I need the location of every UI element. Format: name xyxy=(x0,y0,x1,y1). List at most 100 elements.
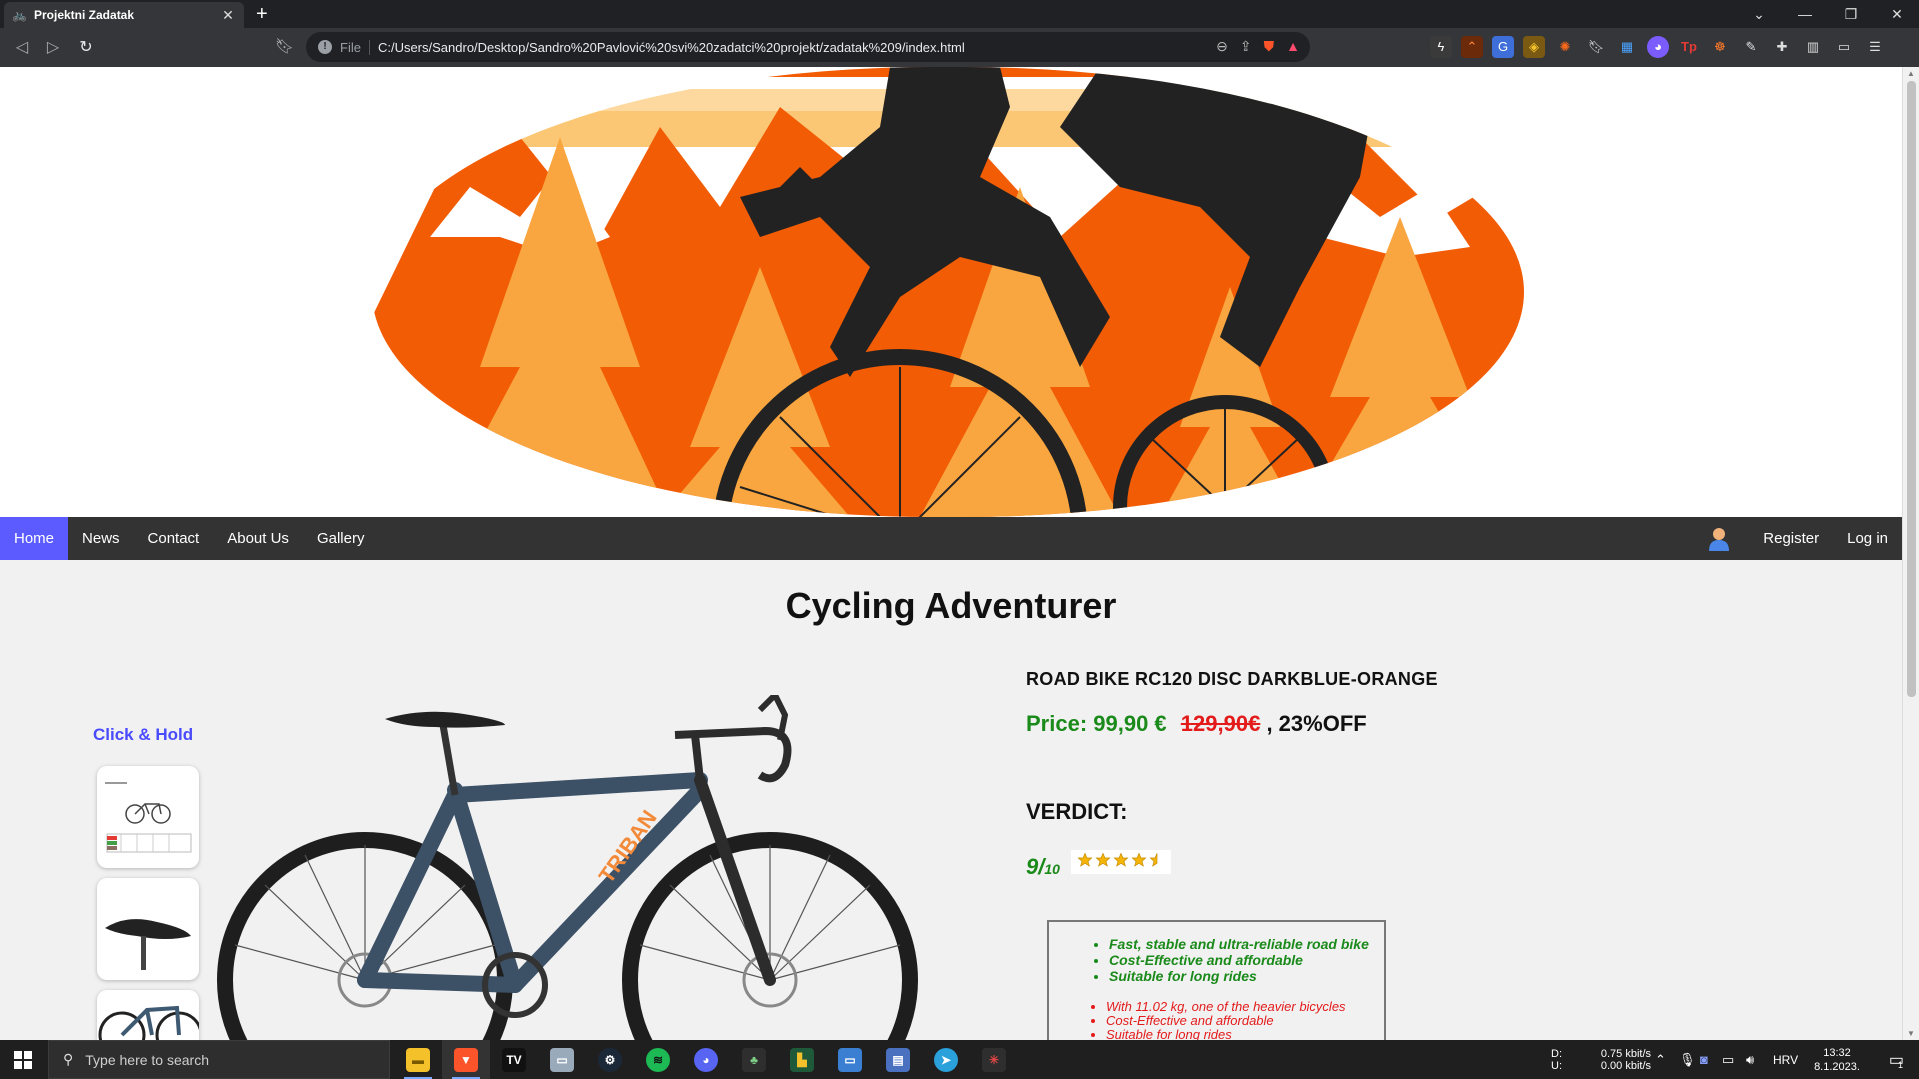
pros-list: Fast, stable and ultra-reliable road bik… xyxy=(1109,936,1372,984)
cons-list: With 11.02 kg, one of the heavier bicycl… xyxy=(1106,1000,1372,1041)
notification-icon[interactable]: ▭ 1 xyxy=(1876,1040,1916,1079)
microphone-icon[interactable]: 🎙︎ xyxy=(1679,1040,1696,1079)
user-icon[interactable] xyxy=(1709,527,1730,551)
app-icon[interactable]: ✳ xyxy=(970,1040,1018,1079)
pros-cons-box: Fast, stable and ultra-reliable road bik… xyxy=(1047,920,1386,1040)
discount-label: , 23%OFF xyxy=(1266,711,1367,736)
extensions-bar: ϟ ⌃ G ◈ ✺ 🔖︎ ▦ ◕ Tp ☸ ✎ ✚ ▥ ▭ ☰ xyxy=(1430,36,1886,58)
current-price: Price: 99,90 € xyxy=(1026,711,1167,736)
nav-item-gallery[interactable]: Gallery xyxy=(303,517,379,560)
app-icon[interactable]: ▙ xyxy=(778,1040,826,1079)
list-item: Cost-Effective and affordable xyxy=(1106,1014,1372,1028)
old-price: 129,90€ xyxy=(1180,711,1261,736)
brave-shield-icon[interactable]: ⛊ xyxy=(1264,38,1275,55)
app-icon[interactable]: ▭ xyxy=(538,1040,586,1079)
extension-icon[interactable]: ◈ xyxy=(1523,36,1545,58)
forward-arrow-icon[interactable]: ▷ xyxy=(41,36,65,60)
file-explorer-icon[interactable]: ▬ xyxy=(394,1040,442,1079)
extension-icon[interactable]: ◕ xyxy=(1647,36,1669,58)
page-scrollbar[interactable]: ▲ ▼ xyxy=(1902,67,1919,1040)
nav-item-contact[interactable]: Contact xyxy=(134,517,214,560)
sidebar-icon[interactable]: ▥ xyxy=(1802,36,1824,58)
discord-icon[interactable]: ◕ xyxy=(682,1040,730,1079)
thumbnail-saddle[interactable] xyxy=(97,878,199,980)
extension-icon[interactable]: Tp xyxy=(1678,36,1700,58)
extension-icon[interactable]: ⌃ xyxy=(1461,36,1483,58)
wallet-icon[interactable]: ▭ xyxy=(1833,36,1855,58)
spotify-icon[interactable]: ≋ xyxy=(634,1040,682,1079)
network-icon[interactable]: ▭ xyxy=(1722,1040,1734,1079)
product-main-image[interactable]: TRIBAN xyxy=(205,689,925,1040)
translate-icon[interactable]: G xyxy=(1492,36,1514,58)
file-scheme-label: File xyxy=(340,39,370,55)
extension-icon[interactable]: ✎ xyxy=(1740,36,1762,58)
volume-icon[interactable]: 🔊︎ xyxy=(1746,1040,1754,1079)
info-icon[interactable]: ! xyxy=(318,40,332,54)
hero-banner-image xyxy=(0,67,1902,517)
extension-icon[interactable]: ϟ xyxy=(1430,36,1452,58)
restore-button[interactable]: ❐ xyxy=(1828,0,1874,28)
scroll-up-arrow-icon[interactable]: ▲ xyxy=(1907,69,1915,78)
tray-chevron-icon[interactable]: ⌃ xyxy=(1655,1040,1666,1079)
brave-rewards-icon[interactable]: ▲ xyxy=(1286,38,1300,55)
brave-browser-icon[interactable]: ▼ xyxy=(442,1040,490,1079)
extension-icon[interactable]: ▦ xyxy=(1616,36,1638,58)
list-item: Suitable for long rides xyxy=(1109,968,1372,984)
app-icon[interactable]: ▤ xyxy=(874,1040,922,1079)
app-icon[interactable]: ♣ xyxy=(730,1040,778,1079)
browser-tab-strip: 🚲 Projektni Zadatak ✕ + ⌄ — ❐ ✕ xyxy=(0,0,1919,28)
register-link[interactable]: Register xyxy=(1749,517,1833,560)
search-icon: ⚲ xyxy=(63,1051,74,1067)
clock[interactable]: 13:32 8.1.2023. xyxy=(1807,1040,1867,1079)
tab-close-icon[interactable]: ✕ xyxy=(220,7,236,24)
thumbnail-bike-side[interactable] xyxy=(97,990,199,1040)
taskbar-search-box[interactable]: ⚲ Type here to search xyxy=(48,1040,390,1079)
thumbnail-spec-sheet[interactable] xyxy=(97,766,199,868)
scrollbar-thumb[interactable] xyxy=(1907,81,1916,697)
ticktick-icon[interactable]: TV xyxy=(490,1040,538,1079)
tab-search-chevron-icon[interactable]: ⌄ xyxy=(1736,0,1782,28)
login-link[interactable]: Log in xyxy=(1833,517,1902,560)
steam-icon[interactable]: ⚙ xyxy=(586,1040,634,1079)
reload-icon[interactable]: ↻ xyxy=(74,36,98,60)
new-tab-button[interactable]: + xyxy=(256,3,268,25)
star-icon xyxy=(1095,852,1111,867)
product-name: ROAD BIKE RC120 DISC DARKBLUE-ORANGE xyxy=(1026,669,1438,689)
list-item: Cost-Effective and affordable xyxy=(1109,952,1372,968)
star-icon xyxy=(1077,852,1093,867)
back-arrow-icon[interactable]: ◁ xyxy=(10,36,34,60)
url-text[interactable]: C:/Users/Sandro/Desktop/Sandro%20Pavlovi… xyxy=(378,40,965,55)
rating-stars xyxy=(1071,850,1171,874)
list-item: With 11.02 kg, one of the heavier bicycl… xyxy=(1106,1000,1372,1014)
page-title: Cycling Adventurer xyxy=(785,585,1117,626)
extension-icon[interactable]: ☸ xyxy=(1709,36,1731,58)
bookmark-extension-icon[interactable]: 🔖︎ xyxy=(1585,36,1607,58)
zoom-icon[interactable]: ⊖ xyxy=(1216,38,1228,55)
network-speed: 0.75 kbit/s 0.00 kbit/s xyxy=(1600,1047,1651,1072)
browser-toolbar: ◁ ▷ ↻ 🔖︎ ! File C:/Users/Sandro/Desktop/… xyxy=(0,28,1919,67)
net-drives-label: D: U: xyxy=(1551,1047,1562,1072)
tab-title: Projektni Zadatak xyxy=(34,8,135,22)
bike-favicon-icon: 🚲 xyxy=(12,8,27,22)
bookmark-icon[interactable]: 🔖︎ xyxy=(275,37,294,55)
nav-item-about-us[interactable]: About Us xyxy=(213,517,303,560)
share-icon[interactable]: ⇪ xyxy=(1240,38,1252,55)
star-icon xyxy=(1113,852,1129,867)
windows-start-icon[interactable] xyxy=(0,1040,46,1079)
minimize-button[interactable]: — xyxy=(1782,0,1828,28)
address-bar[interactable]: ! File C:/Users/Sandro/Desktop/Sandro%20… xyxy=(306,32,1310,62)
nav-item-news[interactable]: News xyxy=(68,517,134,560)
discord-tray-icon[interactable]: ◙ xyxy=(1700,1040,1708,1079)
scroll-down-arrow-icon[interactable]: ▼ xyxy=(1907,1029,1915,1038)
browser-tab[interactable]: 🚲 Projektni Zadatak ✕ xyxy=(4,2,244,28)
language-indicator[interactable]: HRV xyxy=(1773,1040,1798,1079)
page-viewport: Home News Contact About Us Gallery Regis… xyxy=(0,67,1902,1040)
star-icon xyxy=(1131,852,1147,867)
menu-icon[interactable]: ☰ xyxy=(1864,36,1886,58)
app-icon[interactable]: ▭ xyxy=(826,1040,874,1079)
extension-icon[interactable]: ✺ xyxy=(1554,36,1576,58)
telegram-icon[interactable]: ➤ xyxy=(922,1040,970,1079)
nav-item-home[interactable]: Home xyxy=(0,517,69,560)
close-window-button[interactable]: ✕ xyxy=(1874,0,1919,28)
extensions-puzzle-icon[interactable]: ✚ xyxy=(1771,36,1793,58)
